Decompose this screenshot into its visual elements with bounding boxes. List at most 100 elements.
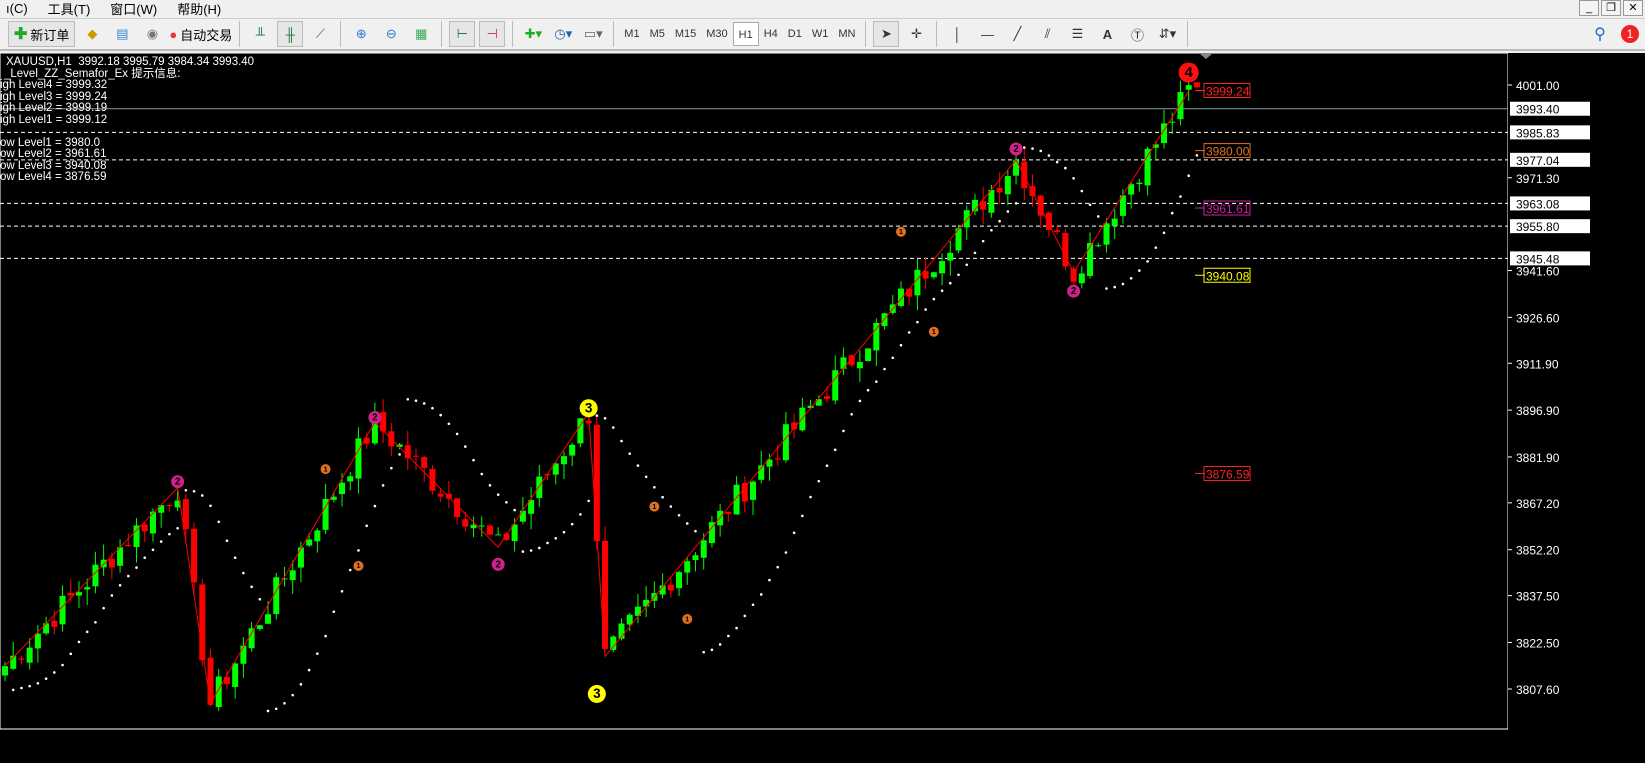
timeframe-h1[interactable]: H1	[732, 22, 759, 46]
semafor-label: 1	[323, 464, 327, 473]
sar-dot	[718, 643, 722, 646]
sar-dot	[1170, 211, 1174, 215]
text-tool-icon[interactable]: A	[1094, 21, 1120, 47]
candle-body	[643, 599, 650, 607]
price-chart[interactable]: 3985.83 3977.04 3963.08 3955.80 3945.48 3993.…	[0, 53, 1645, 763]
menu-window[interactable]: 窗口(W)	[104, 0, 171, 18]
price-tick-label: 3807.60	[1516, 683, 1560, 697]
price-label: 3955.80	[1516, 220, 1560, 234]
candle-body	[873, 322, 880, 351]
candle-body	[108, 558, 115, 568]
price-tick-label: 3867.20	[1516, 497, 1560, 511]
bar-chart-icon[interactable]: ╨	[247, 21, 273, 47]
sar-dot	[751, 603, 755, 607]
sar-dot	[1154, 246, 1158, 249]
candle-body	[486, 525, 493, 535]
sar-dot	[118, 583, 122, 587]
sar-dot	[1080, 189, 1084, 193]
sar-dot	[1031, 147, 1034, 150]
periods-clock-icon[interactable]: ◷▾	[550, 21, 576, 47]
timeframe-m15[interactable]: M15	[670, 22, 701, 46]
timeframe-m1[interactable]: M1	[619, 22, 644, 46]
auto-trading-icon: ●	[169, 26, 178, 42]
navigator-icon[interactable]: ◉	[139, 21, 165, 47]
semafor-label: 2	[175, 477, 181, 488]
candle-body	[782, 424, 789, 461]
candle-body	[207, 657, 214, 705]
candle-body	[750, 481, 757, 500]
candlestick-icon[interactable]: ╫	[277, 21, 304, 47]
horizontal-line-icon[interactable]: —	[974, 21, 1000, 47]
cursor-icon[interactable]: ➤	[873, 21, 900, 47]
sar-dot	[110, 594, 114, 597]
candle-body	[2, 666, 8, 676]
menu-chart[interactable]: ı(C)	[0, 1, 42, 16]
timeframe-w1[interactable]: W1	[807, 22, 834, 46]
candle-body	[1177, 92, 1184, 120]
timeframe-mn[interactable]: MN	[833, 22, 860, 46]
line-chart-icon[interactable]: ⟋	[307, 21, 333, 47]
sar-dot	[1047, 154, 1051, 157]
sar-dot	[496, 493, 500, 496]
candle-body	[59, 595, 66, 625]
timeframe-m5[interactable]: M5	[645, 22, 670, 46]
price-tick-label: 3896.90	[1516, 404, 1560, 418]
price-label: 3985.83	[1516, 126, 1560, 140]
trendline-icon[interactable]: ╱	[1004, 21, 1030, 47]
sar-dot	[1014, 202, 1018, 205]
candle-body	[897, 288, 904, 306]
indicator-info: XAUUSD,H1 3992.18 3995.79 3984.34 3993.4…	[0, 56, 254, 184]
templates-icon[interactable]: ▭▾	[580, 21, 606, 47]
sar-dot	[628, 452, 632, 455]
autoscroll-icon[interactable]: ⊢	[449, 21, 476, 47]
semafor-label: 1	[899, 227, 903, 236]
sar-dot	[636, 464, 640, 467]
candle-body	[1078, 273, 1085, 284]
semafor-label: 3	[593, 686, 601, 701]
candle-body	[996, 187, 1003, 193]
text-label-icon[interactable]: Ⓣ	[1124, 21, 1150, 47]
candle-body	[347, 476, 354, 482]
sar-dot	[184, 488, 188, 492]
level-label: 3940.08	[1206, 269, 1250, 283]
zoom-out-icon[interactable]: ⊖	[378, 21, 404, 47]
arrows-icon[interactable]: ⇵▾	[1154, 21, 1180, 47]
market-watch-icon[interactable]: ◆	[79, 21, 105, 47]
notifications-button[interactable]: 1	[1617, 21, 1643, 47]
sar-dot	[250, 585, 253, 589]
chart-shift-icon[interactable]: ⊣	[479, 21, 506, 47]
sar-dot	[1096, 215, 1100, 218]
vertical-line-icon[interactable]: │	[944, 21, 970, 47]
semafor-label: 1	[685, 614, 689, 623]
menu-help[interactable]: 帮助(H)	[171, 0, 235, 18]
close-button[interactable]: ✕	[1623, 0, 1643, 16]
candle-body	[930, 272, 937, 278]
sar-dot	[127, 574, 130, 578]
sar-dot	[998, 219, 1001, 223]
sar-dot	[69, 652, 73, 656]
search-icon[interactable]: ⚲	[1587, 21, 1613, 47]
candle-body	[947, 252, 954, 261]
timeframe-m30[interactable]: M30	[701, 22, 732, 46]
equidistant-channel-icon[interactable]: ⫽	[1034, 21, 1060, 47]
zoom-in-icon[interactable]: ⊕	[348, 21, 374, 47]
candle-body	[519, 510, 526, 522]
data-window-icon[interactable]: ▤	[109, 21, 135, 47]
minimize-button[interactable]: _	[1579, 0, 1599, 16]
timeframe-d1[interactable]: D1	[783, 22, 807, 46]
candle-body	[1136, 182, 1143, 185]
sar-dot	[653, 486, 656, 489]
timeframe-h4[interactable]: H4	[759, 22, 783, 46]
indicators-icon[interactable]: ✚▾	[520, 21, 546, 47]
price-tick-label: 3941.60	[1516, 265, 1560, 279]
restore-button[interactable]: ❐	[1601, 0, 1621, 16]
crosshair-icon[interactable]: ✛	[903, 21, 929, 47]
candle-body	[1111, 218, 1118, 226]
candle-body	[232, 663, 239, 687]
new-order-button[interactable]: ✚ 新订单	[8, 21, 76, 47]
tile-windows-icon[interactable]: ▦	[408, 21, 434, 47]
menu-tools[interactable]: 工具(T)	[42, 0, 105, 18]
auto-trading-button[interactable]: ● 自动交易	[169, 21, 232, 47]
sar-dot	[1195, 154, 1199, 157]
fibonacci-icon[interactable]: ☰	[1064, 21, 1090, 47]
